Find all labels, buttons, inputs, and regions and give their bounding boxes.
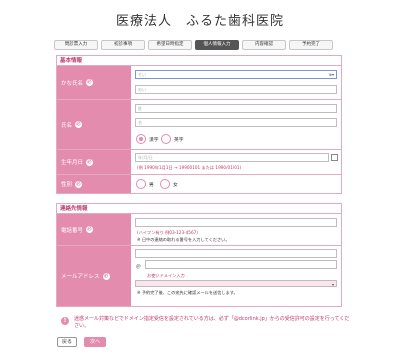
phone-hint: (ハイフン有り 例03-123-4567)	[137, 230, 198, 235]
contact-info-section: 連絡先情報 電話番号必 (ハイフン有り 例03-123-4567) ※ 日中の連…	[56, 203, 342, 307]
name-type-kanji-label: 漢字	[149, 138, 159, 143]
required-icon: 必	[75, 180, 83, 188]
email-domain-select[interactable]: ▾	[135, 280, 337, 287]
basic-info-heading: 基本情報	[57, 56, 341, 66]
gender-female-label: 女	[173, 183, 178, 188]
email-row: メールアドレス必 ＠ お使いドメイン入力 ▾ ※ 予約完了後、この宛先に確認メー…	[57, 246, 341, 306]
keyboard-icon: ⊕▾	[328, 72, 334, 77]
kana-row: かな氏名必 せい ⊕▾ めい	[57, 66, 341, 100]
name-first-input[interactable]: 名	[135, 118, 337, 127]
email-domain-hint: お使いドメイン入力	[147, 273, 185, 278]
name-last-input[interactable]: 姓	[135, 104, 337, 113]
name-type-english-label: 英字	[174, 138, 184, 143]
name-row: 氏名必 姓 名 漢字 英字	[57, 100, 341, 150]
kana-label: かな氏名必	[57, 66, 131, 99]
required-icon: 必	[102, 272, 110, 280]
step-first-visit: 初診事項	[101, 40, 145, 50]
chevron-down-icon: ▾	[331, 282, 334, 287]
birthday-hint: (例 1990年1月1日 → 19900101 または 1990/01/01)	[137, 165, 242, 170]
required-icon: 必	[86, 158, 94, 166]
name-label: 氏名必	[57, 100, 131, 149]
progress-steps: 問診票入力 初診事項 希望日時指定 個人情報入力 内容確認 予約完了	[54, 40, 333, 50]
contact-info-heading: 連絡先情報	[57, 204, 341, 214]
step-date-select: 希望日時指定	[148, 40, 192, 50]
warning-icon: !	[61, 317, 69, 325]
step-complete: 予約完了	[289, 40, 333, 50]
calendar-icon[interactable]	[331, 154, 338, 161]
name-type-kanji-radio[interactable]	[136, 134, 146, 144]
phone-input[interactable]	[135, 218, 337, 227]
back-button[interactable]: 戻る	[57, 337, 77, 347]
required-icon: 必	[86, 79, 94, 86]
email-local-input[interactable]	[135, 249, 337, 258]
kana-last-input[interactable]: せい ⊕▾	[135, 70, 337, 79]
gender-label: 性別必	[57, 175, 131, 193]
step-confirm: 内容確認	[242, 40, 286, 50]
phone-row: 電話番号必 (ハイフン有り 例03-123-4567) ※ 日中の連絡の取れる番…	[57, 214, 341, 246]
email-at-sign: ＠	[136, 265, 141, 270]
step-personal-info: 個人情報入力	[195, 40, 239, 50]
warning-text: 迷惑メール対策などでドメイン指定受信を設定されている方は、必ず「@dcorlin…	[74, 316, 350, 329]
email-domain-input[interactable]	[145, 260, 337, 269]
email-label: メールアドレス必	[57, 246, 131, 306]
birthday-label: 生年月日必	[57, 150, 131, 174]
kana-first-input[interactable]: めい	[135, 85, 337, 94]
gender-row: 性別必 男 女	[57, 175, 341, 193]
basic-info-section: 基本情報 かな氏名必 せい ⊕▾ めい 氏名必 姓 名 漢字 英字 生年月日必 年…	[56, 55, 342, 194]
phone-note: ※ 日中の連絡の取れる番号を入力してください。	[137, 237, 230, 242]
page-title: 医療法人 ふるた歯科医院	[115, 14, 284, 29]
next-button[interactable]: 次へ	[84, 337, 106, 347]
birthday-row: 生年月日必 年/月/日 (例 1990年1月1日 → 19900101 または …	[57, 150, 341, 175]
gender-male-radio[interactable]	[136, 179, 146, 189]
name-type-english-radio[interactable]	[161, 134, 171, 144]
phone-label: 電話番号必	[57, 214, 131, 245]
gender-male-label: 男	[149, 183, 154, 188]
step-questionnaire: 問診票入力	[54, 40, 98, 50]
birthday-input[interactable]: 年/月/日	[135, 153, 329, 162]
required-icon: 必	[86, 226, 94, 233]
required-icon: 必	[75, 121, 83, 128]
gender-female-radio[interactable]	[160, 179, 170, 189]
email-note: ※ 予約完了後、この宛先に確認メールを送信します。	[137, 290, 238, 295]
